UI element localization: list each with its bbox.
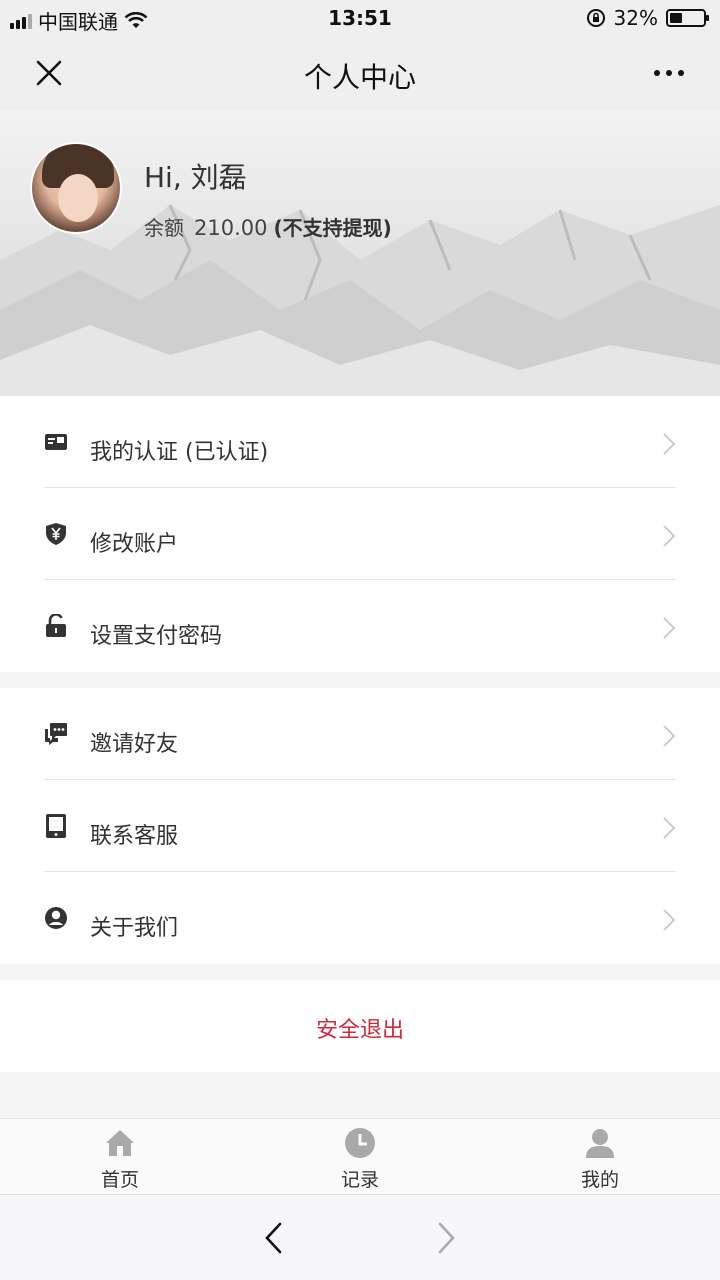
mountain-background bbox=[0, 204, 720, 396]
menu-group-account: 我的认证 (已认证) 修改账户 设置支付密码 bbox=[0, 396, 720, 672]
tab-bar: 首页 记录 我的 bbox=[0, 1118, 720, 1194]
battery-icon bbox=[666, 9, 709, 27]
id-card-icon bbox=[45, 434, 67, 450]
page-title: 个人中心 bbox=[303, 61, 416, 94]
menu-label: 修改账户 bbox=[90, 532, 179, 557]
home-icon bbox=[106, 1130, 134, 1156]
balance-note: (不支持提现) bbox=[273, 216, 392, 240]
status-bar: 中国联通 13:51 32% bbox=[0, 0, 720, 36]
menu-item-verification[interactable]: 我的认证 (已认证) bbox=[0, 396, 720, 488]
back-arrow-icon[interactable] bbox=[262, 1221, 286, 1255]
tab-mine[interactable]: 我的 bbox=[480, 1119, 720, 1194]
menu-label: 联系客服 bbox=[90, 824, 179, 849]
greeting: Hi, 刘磊 bbox=[144, 161, 247, 194]
chat-bubbles-icon bbox=[45, 723, 67, 745]
menu-label: 邀请好友 bbox=[90, 732, 179, 757]
close-icon[interactable] bbox=[30, 54, 68, 92]
battery-fill bbox=[670, 13, 682, 23]
chevron-right-icon bbox=[663, 725, 676, 747]
chevron-right-icon bbox=[663, 525, 676, 547]
forward-arrow-icon[interactable] bbox=[434, 1221, 458, 1255]
more-icon[interactable] bbox=[654, 64, 690, 82]
clock-icon bbox=[345, 1128, 375, 1158]
menu-label: 关于我们 bbox=[90, 916, 179, 941]
chevron-right-icon bbox=[663, 817, 676, 839]
orientation-lock-icon bbox=[586, 9, 605, 27]
tab-label: 首页 bbox=[100, 1169, 139, 1191]
person-icon bbox=[586, 1129, 614, 1158]
menu-item-customer-service[interactable]: 联系客服 bbox=[0, 780, 720, 872]
unlock-icon bbox=[46, 614, 66, 637]
profile-header: Hi, 刘磊 余额 210.00 (不支持提现) bbox=[0, 110, 720, 396]
avatar[interactable] bbox=[30, 142, 122, 234]
menu-item-about-us[interactable]: 关于我们 bbox=[0, 872, 720, 964]
chevron-right-icon bbox=[663, 433, 676, 455]
user-circle-icon bbox=[45, 907, 67, 929]
chevron-right-icon bbox=[663, 617, 676, 639]
tab-label: 我的 bbox=[580, 1169, 619, 1191]
status-right: 32% bbox=[586, 6, 709, 30]
tab-label: 记录 bbox=[340, 1169, 379, 1191]
menu-group-social: 邀请好友 联系客服 关于我们 bbox=[0, 688, 720, 964]
tab-home[interactable]: 首页 bbox=[0, 1119, 240, 1194]
tab-records[interactable]: 记录 bbox=[240, 1119, 480, 1194]
menu-label: 我的认证 (已认证) bbox=[90, 440, 269, 465]
logout-button[interactable]: 安全退出 bbox=[0, 980, 720, 1072]
menu-label: 设置支付密码 bbox=[90, 624, 223, 649]
nav-bar: 个人中心 bbox=[0, 36, 720, 110]
chevron-right-icon bbox=[663, 909, 676, 931]
logout-label: 安全退出 bbox=[315, 1018, 404, 1043]
balance: 余额 210.00 (不支持提现) bbox=[144, 212, 392, 241]
yen-shield-icon bbox=[46, 523, 66, 545]
battery-percent: 32% bbox=[613, 6, 658, 30]
browser-toolbar bbox=[0, 1194, 720, 1280]
menu-item-payment-password[interactable]: 设置支付密码 bbox=[0, 580, 720, 672]
menu-item-edit-account[interactable]: 修改账户 bbox=[0, 488, 720, 580]
menu-item-invite-friends[interactable]: 邀请好友 bbox=[0, 688, 720, 780]
tablet-icon bbox=[46, 814, 66, 838]
balance-value: 210.00 bbox=[194, 216, 268, 240]
balance-label: 余额 bbox=[144, 216, 184, 240]
